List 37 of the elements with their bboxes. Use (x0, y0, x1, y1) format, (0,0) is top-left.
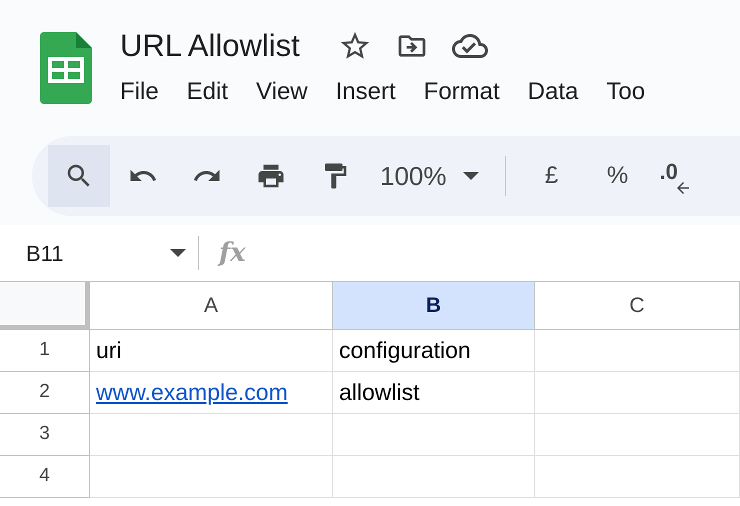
document-title[interactable]: URL Allowlist (120, 28, 300, 64)
toolbar-button[interactable] (48, 145, 110, 207)
row-header[interactable]: 3 (0, 414, 90, 456)
table-cell[interactable] (535, 414, 740, 456)
table-cell[interactable] (535, 330, 740, 372)
formula-icon: fx (219, 234, 246, 272)
row-header[interactable]: 1 (0, 330, 90, 372)
column-header[interactable]: C (535, 282, 740, 330)
table-cell[interactable] (90, 414, 333, 456)
menu-item[interactable]: Data (528, 74, 578, 110)
table-cell[interactable] (333, 414, 535, 456)
menu-item[interactable]: Too (606, 74, 646, 110)
table-cell[interactable]: www.example.com (90, 372, 333, 414)
column-header[interactable]: A (90, 282, 333, 330)
table-cell[interactable] (535, 372, 740, 414)
menu-item[interactable]: File (120, 74, 159, 110)
table-cell[interactable] (90, 456, 333, 498)
menu-item[interactable]: View (256, 74, 308, 110)
cell-text: uri (96, 336, 122, 366)
table-cell[interactable] (535, 456, 740, 498)
cell-text: allowlist (339, 378, 420, 408)
caret-icon (462, 172, 478, 180)
cell-text: configuration (339, 336, 471, 366)
name-box[interactable]: B11 (26, 236, 166, 270)
row-header[interactable]: 4 (0, 456, 90, 498)
menu-item[interactable]: Insert (336, 74, 396, 110)
column-header[interactable]: B (333, 282, 535, 330)
table-cell[interactable]: configuration (333, 330, 535, 372)
menu-item[interactable]: Format (424, 74, 500, 110)
spreadsheet-logo-icon[interactable] (40, 32, 92, 104)
link[interactable]: www.example.com (96, 375, 288, 410)
table-cell[interactable]: uri (90, 330, 333, 372)
table-cell[interactable]: allowlist (333, 372, 535, 414)
menu-item[interactable]: Edit (186, 74, 228, 110)
caret-icon (170, 249, 186, 257)
table-cell[interactable] (333, 456, 535, 498)
row-header[interactable]: 2 (0, 372, 90, 414)
